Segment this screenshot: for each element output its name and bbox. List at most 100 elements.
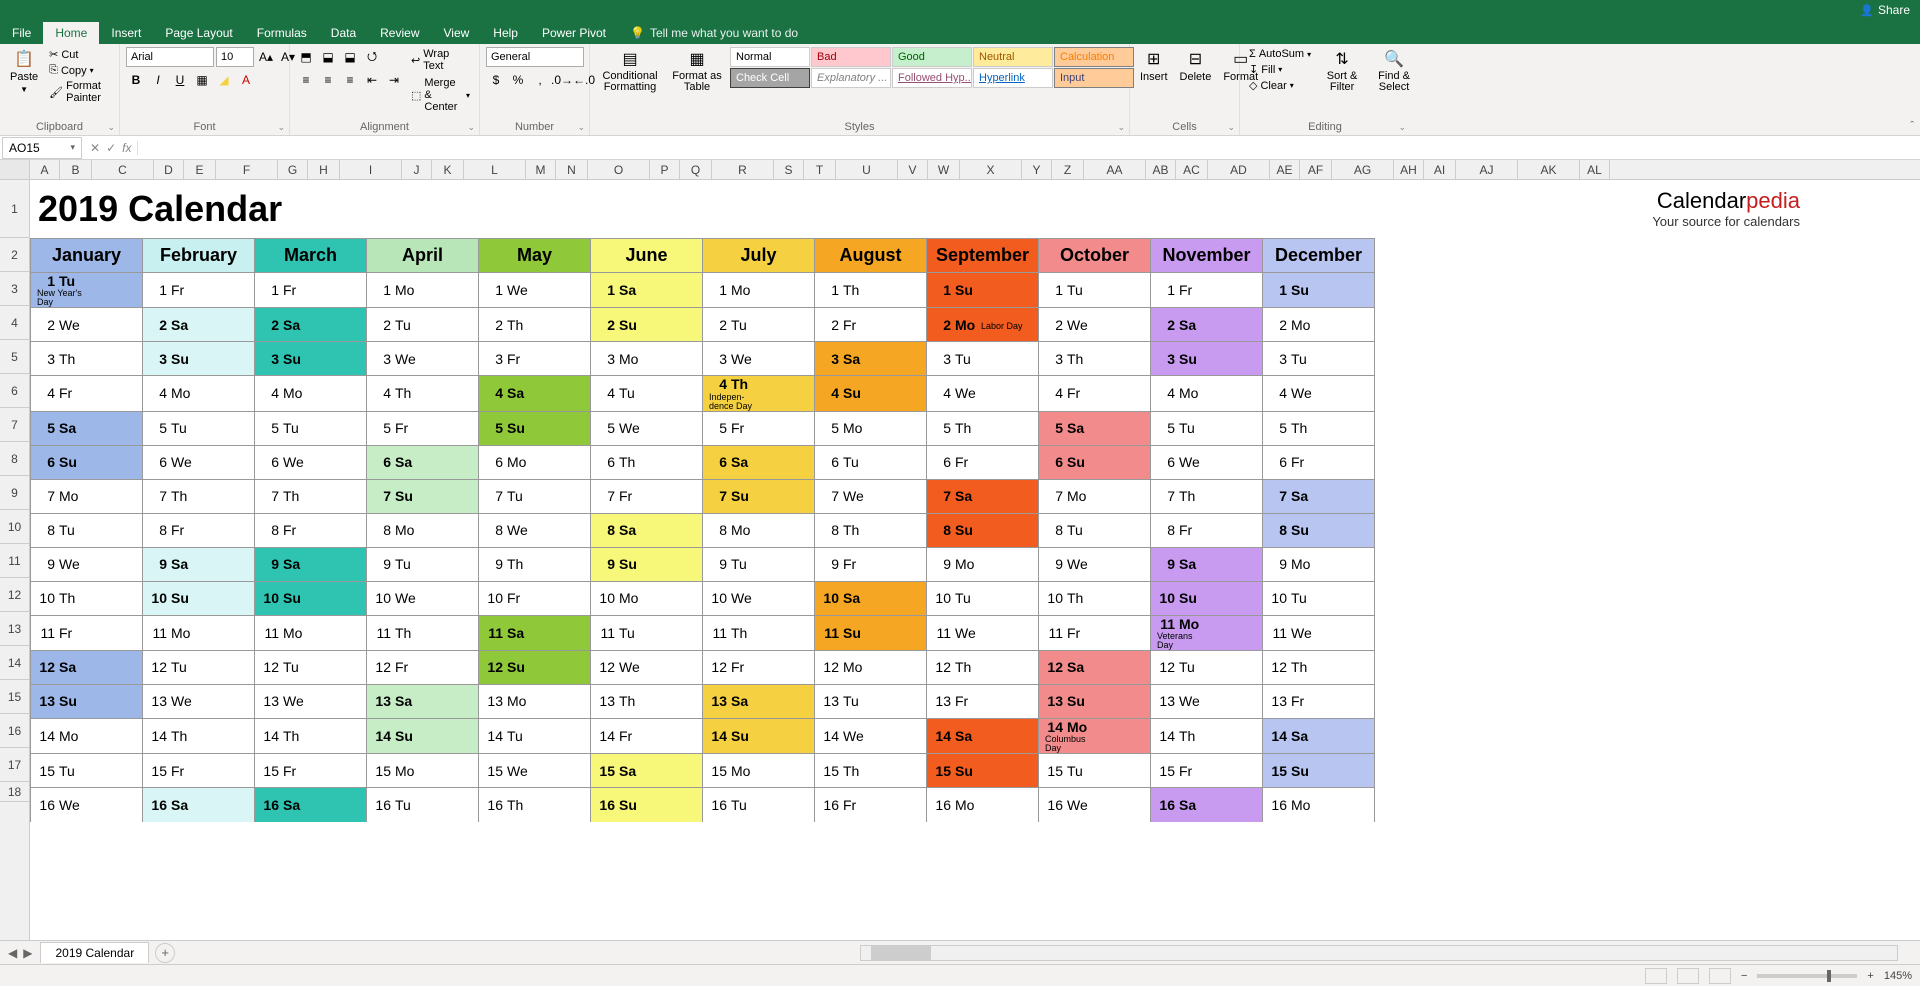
- style-followedhyp[interactable]: Followed Hyp...: [892, 68, 972, 88]
- row-header-13[interactable]: 13: [0, 612, 29, 646]
- tab-insert[interactable]: Insert: [99, 22, 153, 44]
- col-header-AJ[interactable]: AJ: [1456, 160, 1518, 179]
- autosum-button[interactable]: ΣAutoSum▾: [1246, 47, 1314, 61]
- orientation-icon[interactable]: ⭯: [362, 47, 382, 67]
- add-sheet-button[interactable]: +: [155, 943, 175, 963]
- row-header-4[interactable]: 4: [0, 306, 29, 340]
- increase-decimal-icon[interactable]: .0→: [552, 70, 572, 90]
- fill-button[interactable]: ↧Fill▾: [1246, 62, 1314, 77]
- col-header-P[interactable]: P: [650, 160, 680, 179]
- col-header-AG[interactable]: AG: [1332, 160, 1394, 179]
- view-normal-icon[interactable]: [1645, 968, 1667, 984]
- row-header-1[interactable]: 1: [0, 180, 29, 238]
- col-header-T[interactable]: T: [804, 160, 836, 179]
- col-header-F[interactable]: F: [216, 160, 278, 179]
- col-header-Y[interactable]: Y: [1022, 160, 1052, 179]
- col-header-E[interactable]: E: [184, 160, 216, 179]
- share-button[interactable]: Share: [1860, 3, 1910, 17]
- align-right-icon[interactable]: ≡: [340, 70, 360, 90]
- align-top-icon[interactable]: ⬒: [296, 47, 316, 67]
- col-header-D[interactable]: D: [154, 160, 184, 179]
- col-header-G[interactable]: G: [278, 160, 308, 179]
- col-header-Z[interactable]: Z: [1052, 160, 1084, 179]
- align-center-icon[interactable]: ≡: [318, 70, 338, 90]
- col-header-AD[interactable]: AD: [1208, 160, 1270, 179]
- row-header-8[interactable]: 8: [0, 442, 29, 476]
- style-checkcell[interactable]: Check Cell: [730, 68, 810, 88]
- col-header-Q[interactable]: Q: [680, 160, 712, 179]
- font-color-button[interactable]: A: [236, 70, 256, 90]
- col-header-H[interactable]: H: [308, 160, 340, 179]
- tab-page-layout[interactable]: Page Layout: [153, 22, 244, 44]
- zoom-slider[interactable]: [1757, 974, 1857, 978]
- tab-data[interactable]: Data: [319, 22, 368, 44]
- zoom-in-icon[interactable]: +: [1867, 970, 1873, 982]
- row-header-15[interactable]: 15: [0, 680, 29, 714]
- bold-button[interactable]: B: [126, 70, 146, 90]
- indent-decrease-icon[interactable]: ⇤: [362, 70, 382, 90]
- row-header-12[interactable]: 12: [0, 578, 29, 612]
- col-header-AB[interactable]: AB: [1146, 160, 1176, 179]
- copy-button[interactable]: ⎘Copy▾: [46, 63, 113, 78]
- col-header-M[interactable]: M: [526, 160, 556, 179]
- font-name-input[interactable]: [126, 47, 214, 67]
- formula-input[interactable]: [138, 137, 1920, 159]
- col-header-J[interactable]: J: [402, 160, 432, 179]
- style-hyperlink[interactable]: Hyperlink: [973, 68, 1053, 88]
- font-size-input[interactable]: [216, 47, 254, 67]
- format-painter-button[interactable]: 🖌Format Painter: [46, 79, 113, 105]
- delete-cells-button[interactable]: ⊟Delete: [1176, 47, 1216, 85]
- style-explanatory[interactable]: Explanatory ...: [811, 68, 891, 88]
- sheet-tab-active[interactable]: 2019 Calendar: [40, 942, 149, 963]
- select-all-button[interactable]: [0, 160, 30, 179]
- col-header-O[interactable]: O: [588, 160, 650, 179]
- col-header-V[interactable]: V: [898, 160, 928, 179]
- merge-center-button[interactable]: ⬚Merge & Center▾: [408, 76, 473, 114]
- style-bad[interactable]: Bad: [811, 47, 891, 67]
- row-header-2[interactable]: 2: [0, 238, 29, 272]
- col-header-AI[interactable]: AI: [1424, 160, 1456, 179]
- align-left-icon[interactable]: ≡: [296, 70, 316, 90]
- row-header-9[interactable]: 9: [0, 476, 29, 510]
- row-header-7[interactable]: 7: [0, 408, 29, 442]
- number-format-input[interactable]: [486, 47, 584, 67]
- col-header-AH[interactable]: AH: [1394, 160, 1424, 179]
- row-header-6[interactable]: 6: [0, 374, 29, 408]
- col-header-AE[interactable]: AE: [1270, 160, 1300, 179]
- style-good[interactable]: Good: [892, 47, 972, 67]
- row-header-18[interactable]: 18: [0, 782, 29, 802]
- percent-icon[interactable]: %: [508, 70, 528, 90]
- cancel-formula-icon[interactable]: ✕: [90, 141, 100, 155]
- insert-cells-button[interactable]: ⊞Insert: [1136, 47, 1172, 85]
- tab-view[interactable]: View: [432, 22, 482, 44]
- col-header-X[interactable]: X: [960, 160, 1022, 179]
- col-header-W[interactable]: W: [928, 160, 960, 179]
- comma-icon[interactable]: ,: [530, 70, 550, 90]
- fx-icon[interactable]: fx: [122, 141, 131, 155]
- enter-formula-icon[interactable]: ✓: [106, 141, 116, 155]
- style-normal[interactable]: Normal: [730, 47, 810, 67]
- col-header-AK[interactable]: AK: [1518, 160, 1580, 179]
- underline-button[interactable]: U: [170, 70, 190, 90]
- paste-button[interactable]: 📋 Paste ▼: [6, 47, 42, 96]
- border-button[interactable]: ▦: [192, 70, 212, 90]
- row-header-3[interactable]: 3: [0, 272, 29, 306]
- sort-filter-button[interactable]: ⇅Sort & Filter: [1318, 47, 1366, 95]
- col-header-N[interactable]: N: [556, 160, 588, 179]
- horizontal-scrollbar[interactable]: [860, 945, 1898, 961]
- col-header-A[interactable]: A: [30, 160, 60, 179]
- row-header-10[interactable]: 10: [0, 510, 29, 544]
- align-middle-icon[interactable]: ⬓: [318, 47, 338, 67]
- col-header-AF[interactable]: AF: [1300, 160, 1332, 179]
- col-header-AL[interactable]: AL: [1580, 160, 1610, 179]
- indent-increase-icon[interactable]: ⇥: [384, 70, 404, 90]
- col-header-AC[interactable]: AC: [1176, 160, 1208, 179]
- conditional-formatting-button[interactable]: ▤Conditional Formatting: [596, 47, 664, 95]
- tell-me-input[interactable]: 💡Tell me what you want to do: [618, 22, 810, 44]
- fill-color-button[interactable]: ◢: [214, 70, 234, 90]
- sheet-nav[interactable]: ◀▶: [0, 946, 40, 960]
- col-header-U[interactable]: U: [836, 160, 898, 179]
- col-header-AA[interactable]: AA: [1084, 160, 1146, 179]
- style-input[interactable]: Input: [1054, 68, 1134, 88]
- row-header-14[interactable]: 14: [0, 646, 29, 680]
